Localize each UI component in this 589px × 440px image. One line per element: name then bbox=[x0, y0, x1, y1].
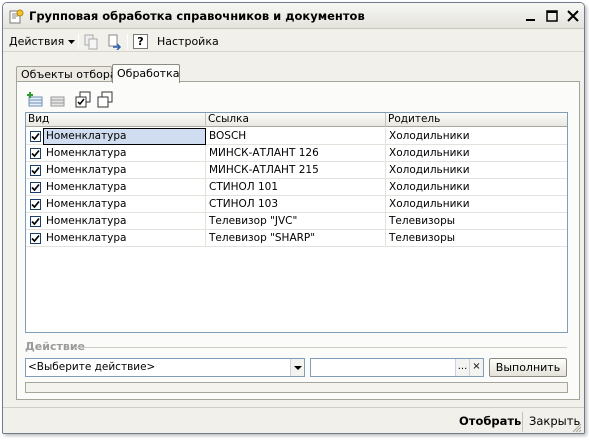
cell-ssylka[interactable]: Телевизор "JVC" bbox=[206, 213, 386, 230]
tab-label: Обработка bbox=[117, 67, 180, 80]
cell-ssylka[interactable]: МИНСК-АТЛАНТ 126 bbox=[206, 145, 386, 162]
minimize-button[interactable] bbox=[523, 8, 539, 24]
cell-roditel[interactable]: Холодильники bbox=[386, 145, 567, 162]
cell-vid[interactable]: Номенклатура bbox=[43, 196, 206, 213]
table-row[interactable]: Номенклатура Телевизор "SHARP" Телевизор… bbox=[26, 230, 567, 247]
table-row[interactable]: Номенклатура BOSCH Холодильники bbox=[26, 128, 567, 145]
row-checkbox[interactable] bbox=[30, 199, 41, 210]
help-icon: ? bbox=[133, 34, 148, 49]
select-button[interactable]: Отобрать bbox=[459, 414, 521, 428]
column-header-ssylka[interactable]: Ссылка bbox=[206, 113, 386, 127]
progress-bar bbox=[25, 382, 568, 393]
check-all-icon bbox=[75, 91, 91, 108]
table-row[interactable]: Номенклатура МИНСК-АТЛАНТ 215 Холодильни… bbox=[26, 162, 567, 179]
move-doc-button[interactable] bbox=[107, 33, 123, 51]
cell-vid[interactable]: Номенклатура bbox=[43, 128, 206, 145]
row-checkbox[interactable] bbox=[30, 216, 41, 227]
table-row[interactable]: Номенклатура Телевизор "JVC" Телевизоры bbox=[26, 213, 567, 230]
row-checkbox[interactable] bbox=[30, 182, 41, 193]
row-checkbox[interactable] bbox=[30, 131, 41, 142]
actions-menu-button[interactable]: Действия bbox=[9, 33, 76, 50]
document-arrow-icon bbox=[107, 34, 123, 51]
window-title: Групповая обработка справочников и докум… bbox=[29, 9, 365, 23]
processing-panel: Вид Ссылка Родитель Номенклатура BOSCH Х… bbox=[16, 81, 580, 400]
checkmark-icon bbox=[31, 166, 40, 175]
checkmark-icon bbox=[31, 200, 40, 209]
clear-value-button[interactable]: × bbox=[469, 359, 483, 376]
tab-label: Объекты отбора bbox=[21, 68, 117, 81]
cell-vid[interactable]: Номенклатура bbox=[43, 162, 206, 179]
dialog-window: Групповая обработка справочников и докум… bbox=[2, 2, 585, 434]
uncheck-all-icon bbox=[97, 91, 113, 108]
objects-table[interactable]: Вид Ссылка Родитель Номенклатура BOSCH Х… bbox=[25, 112, 568, 333]
dropdown-arrow-icon bbox=[68, 40, 76, 44]
main-toolbar: Действия ? Настройка bbox=[3, 30, 584, 52]
maximize-button[interactable] bbox=[544, 8, 560, 24]
cell-vid[interactable]: Номенклатура bbox=[43, 145, 206, 162]
action-select-value: <Выберите действие> bbox=[28, 361, 156, 373]
cell-roditel[interactable]: Холодильники bbox=[386, 128, 567, 145]
delete-row-button[interactable] bbox=[49, 91, 67, 109]
row-checkbox[interactable] bbox=[30, 233, 41, 244]
cell-roditel[interactable]: Телевизоры bbox=[386, 213, 567, 230]
run-button[interactable]: Выполнить bbox=[489, 358, 567, 377]
cell-vid[interactable]: Номенклатура bbox=[43, 213, 206, 230]
cell-roditel[interactable]: Холодильники bbox=[386, 196, 567, 213]
settings-label: Настройка bbox=[157, 35, 219, 48]
action-select[interactable]: <Выберите действие> bbox=[25, 358, 305, 377]
dropdown-arrow-icon[interactable] bbox=[290, 359, 304, 376]
cell-roditel[interactable]: Холодильники bbox=[386, 179, 567, 196]
cell-roditel[interactable]: Телевизоры bbox=[386, 230, 567, 247]
check-all-button[interactable] bbox=[75, 91, 93, 109]
tab-processing[interactable]: Обработка bbox=[112, 64, 180, 83]
cell-ssylka[interactable]: Телевизор "SHARP" bbox=[206, 230, 386, 247]
add-row-button[interactable] bbox=[27, 91, 45, 109]
table-header: Вид Ссылка Родитель bbox=[26, 113, 567, 127]
row-checkbox[interactable] bbox=[30, 165, 41, 176]
toolbar-separator bbox=[127, 34, 128, 49]
cell-roditel[interactable]: Холодильники bbox=[386, 162, 567, 179]
select-value-button[interactable]: ... bbox=[455, 359, 469, 376]
checkmark-icon bbox=[31, 217, 40, 226]
checkmark-icon bbox=[31, 234, 40, 243]
row-checkbox[interactable] bbox=[30, 148, 41, 159]
checkmark-icon bbox=[31, 183, 40, 192]
checkmark-icon bbox=[31, 149, 40, 158]
toolbar-separator bbox=[78, 34, 79, 49]
cell-ssylka[interactable]: BOSCH bbox=[206, 128, 386, 145]
processing-app-icon bbox=[9, 9, 24, 24]
help-button[interactable]: ? bbox=[133, 33, 148, 50]
add-rows-icon bbox=[27, 92, 43, 107]
table-row[interactable]: Номенклатура СТИНОЛ 103 Холодильники bbox=[26, 196, 567, 213]
column-header-vid[interactable]: Вид bbox=[26, 113, 206, 127]
cell-ssylka[interactable]: СТИНОЛ 103 bbox=[206, 196, 386, 213]
uncheck-all-button[interactable] bbox=[97, 91, 115, 109]
copy-document-icon bbox=[83, 34, 99, 50]
title-bar[interactable]: Групповая обработка справочников и докум… bbox=[3, 3, 584, 29]
cell-vid[interactable]: Номенклатура bbox=[43, 179, 206, 196]
delete-rows-icon bbox=[50, 96, 65, 107]
table-row[interactable]: Номенклатура СТИНОЛ 101 Холодильники bbox=[26, 179, 567, 196]
cell-ssylka[interactable]: МИНСК-АТЛАНТ 215 bbox=[206, 162, 386, 179]
close-window-button[interactable] bbox=[565, 8, 581, 24]
copy-doc-button[interactable] bbox=[83, 33, 99, 50]
checkmark-icon bbox=[31, 132, 40, 141]
button-separator bbox=[522, 412, 523, 432]
dialog-button-bar: Отобрать Закрыть bbox=[3, 407, 584, 433]
settings-button[interactable]: Настройка bbox=[157, 33, 219, 50]
table-row[interactable]: Номенклатура МИНСК-АТЛАНТ 126 Холодильни… bbox=[26, 145, 567, 162]
resize-grip-icon[interactable] bbox=[572, 423, 582, 433]
column-header-roditel[interactable]: Родитель bbox=[386, 113, 567, 127]
actions-label: Действия bbox=[9, 35, 65, 48]
tab-selection-objects[interactable]: Объекты отбора bbox=[16, 66, 117, 82]
action-parameter-field[interactable]: ... × bbox=[310, 358, 484, 377]
section-divider bbox=[75, 347, 567, 348]
cell-ssylka[interactable]: СТИНОЛ 101 bbox=[206, 179, 386, 196]
cell-vid[interactable]: Номенклатура bbox=[43, 230, 206, 247]
